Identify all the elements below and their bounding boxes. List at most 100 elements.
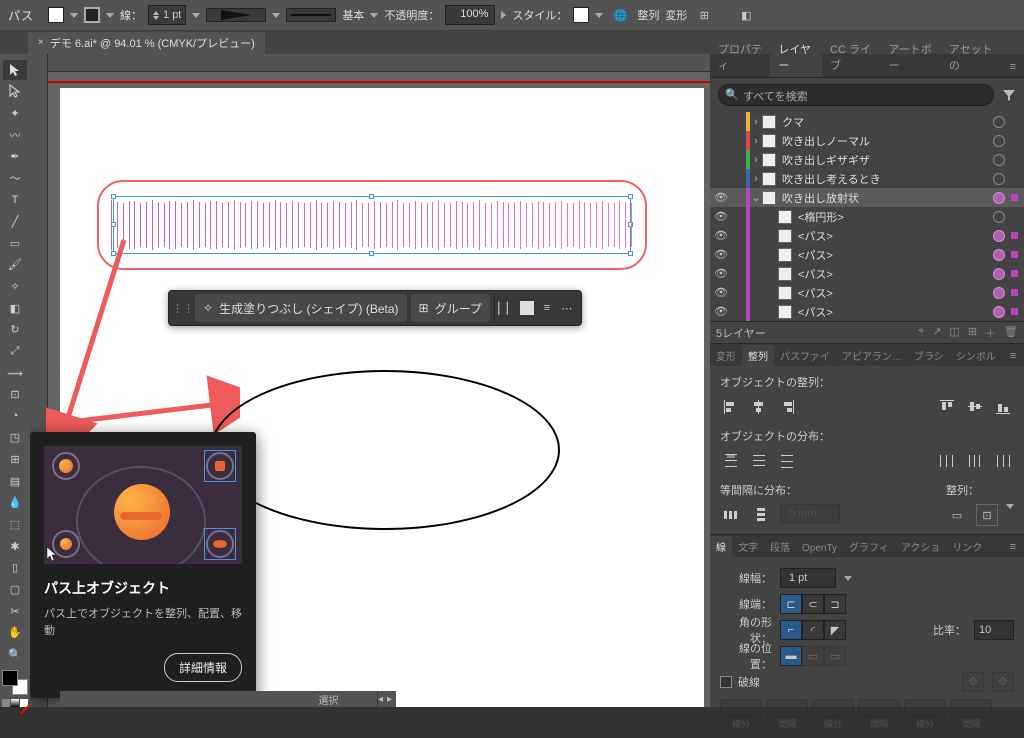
line-tool[interactable]: ╱ (3, 212, 27, 232)
align-to-selection-icon[interactable]: ⊡ (976, 504, 998, 526)
magic-wand-tool[interactable]: ✦ (3, 103, 27, 123)
layer-name[interactable]: 吹き出し放射状 (782, 190, 989, 206)
layer-row[interactable]: 👁 <パス> (710, 302, 1024, 321)
hand-tool[interactable]: ✋ (3, 623, 27, 643)
clip-icon[interactable]: ◫ (949, 325, 959, 341)
target-icon[interactable] (993, 173, 1005, 185)
tab-graphic-styles[interactable]: グラフィ (843, 536, 895, 557)
cap-projecting-icon[interactable]: ⊐ (824, 594, 846, 614)
width-tool[interactable]: ⟿ (3, 363, 27, 383)
handle-icon[interactable]: ⋮⋮ (175, 300, 191, 316)
disclosure-icon[interactable]: › (750, 173, 762, 185)
color-mode-icon[interactable] (2, 699, 10, 707)
brush-preset[interactable] (206, 8, 266, 22)
disclosure-icon[interactable]: › (750, 116, 762, 128)
visibility-icon[interactable]: 👁 (710, 191, 732, 204)
disclosure-icon[interactable]: › (750, 135, 762, 147)
target-icon[interactable] (993, 135, 1005, 147)
visibility-icon[interactable]: 👁 (710, 305, 732, 318)
target-icon[interactable] (993, 116, 1005, 128)
target-icon[interactable] (993, 306, 1005, 318)
dash-input[interactable] (720, 699, 762, 717)
miter-limit-input[interactable]: 10 (974, 620, 1014, 640)
dash-align-icon[interactable]: ⟐ (992, 672, 1014, 692)
tab-character[interactable]: 文字 (732, 536, 764, 557)
chevron-down-icon[interactable] (370, 13, 378, 18)
target-icon[interactable] (993, 192, 1005, 204)
lasso-tool[interactable]: 〰 (3, 125, 27, 145)
stroke-center-icon[interactable]: ▬ (780, 646, 802, 666)
align-right-icon[interactable] (776, 396, 798, 418)
stroke-outside-icon[interactable]: ▭ (824, 646, 846, 666)
new-layer-icon[interactable]: ＋ (985, 325, 996, 341)
align-left-icon[interactable]: ▏▏ (499, 300, 515, 316)
visibility-icon[interactable]: 👁 (710, 210, 732, 223)
rotate-tool[interactable]: ↻ (3, 320, 27, 340)
chevron-down-icon[interactable] (106, 13, 114, 18)
chevron-down-icon[interactable] (1006, 504, 1014, 509)
stroke-swatch[interactable] (84, 7, 100, 23)
document-tab[interactable]: × デモ 6.ai* @ 94.01 % (CMYK/プレビュー) (28, 32, 265, 54)
layer-row[interactable]: › クマ (710, 112, 1024, 131)
stroke-inside-icon[interactable]: ▭ (802, 646, 824, 666)
cap-butt-icon[interactable]: ⊏ (780, 594, 802, 614)
dist-vcenter-icon[interactable] (748, 450, 770, 472)
target-icon[interactable] (993, 287, 1005, 299)
align-left-icon[interactable] (720, 396, 742, 418)
layer-row[interactable]: › 吹き出しノーマル (710, 131, 1024, 150)
gradient-mode-icon[interactable] (11, 699, 19, 707)
dash-input[interactable] (766, 699, 808, 717)
layer-name[interactable]: <パス> (798, 304, 989, 320)
tab-align[interactable]: 整列 (742, 345, 774, 366)
blend-tool[interactable]: ⬚ (3, 515, 27, 535)
dashed-line-checkbox[interactable]: 破線 (720, 674, 760, 690)
dash-preserve-icon[interactable]: ⟐ (962, 672, 984, 692)
target-icon[interactable] (993, 211, 1005, 223)
direct-selection-tool[interactable] (3, 82, 27, 102)
tab-paragraph[interactable]: 段落 (764, 536, 796, 557)
zoom-tool[interactable]: 🔍 (3, 645, 27, 665)
spacing-input[interactable]: 0 mm (780, 504, 840, 524)
group-button[interactable]: ⊞ グループ (411, 294, 490, 322)
layer-name[interactable]: 吹き出しノーマル (782, 133, 989, 149)
tab-artboards[interactable]: アートボー (880, 37, 940, 77)
stroke-width-input[interactable]: 1 pt (780, 568, 836, 588)
layer-name[interactable]: <パス> (798, 285, 989, 301)
dash-input[interactable] (950, 699, 992, 717)
fill-swatch[interactable] (48, 7, 64, 23)
layer-search-input[interactable]: すべてを検索 (718, 84, 994, 106)
style-swatch[interactable] (573, 7, 589, 23)
tab-cc-libraries[interactable]: CC ライブ (822, 37, 880, 77)
shaper-tool[interactable]: ✧ (3, 277, 27, 297)
blend-object[interactable] (97, 180, 647, 270)
eraser-tool[interactable]: ◧ (3, 298, 27, 318)
target-icon[interactable] (993, 230, 1005, 242)
generative-fill-button[interactable]: ✧ 生成塗りつぶし (シェイプ) (Beta) (195, 294, 407, 322)
cap-round-icon[interactable]: ⊂ (802, 594, 824, 614)
align-bottom-icon[interactable] (992, 396, 1014, 418)
corner-miter-icon[interactable]: ⌐ (780, 620, 802, 640)
layer-name[interactable]: 吹き出し考えるとき (782, 171, 989, 187)
tab-transform[interactable]: 変形 (710, 345, 742, 366)
panel-menu-icon[interactable]: ≡ (1002, 346, 1024, 366)
graph-tool[interactable]: ▯ (3, 558, 27, 578)
shape-builder-tool[interactable]: ◔ (3, 407, 27, 427)
dash-input[interactable] (858, 699, 900, 717)
visibility-icon[interactable]: 👁 (710, 267, 732, 280)
tab-assets[interactable]: アセットの (941, 37, 1002, 77)
visibility-icon[interactable]: 👁 (710, 286, 732, 299)
type-tool[interactable]: T (3, 190, 27, 210)
layer-row[interactable]: 👁 <パス> (710, 245, 1024, 264)
fill-icon[interactable] (519, 300, 535, 316)
tab-symbols[interactable]: シンボル (950, 345, 1002, 366)
crop-icon[interactable]: ◧ (735, 4, 757, 26)
visibility-icon[interactable]: 👁 (710, 229, 732, 242)
target-icon[interactable] (993, 268, 1005, 280)
visibility-icon[interactable]: 👁 (710, 248, 732, 261)
chevron-down-icon[interactable] (272, 13, 280, 18)
tab-brushes[interactable]: ブラシ (908, 345, 950, 366)
width-profile[interactable] (286, 8, 336, 22)
symbol-tool[interactable]: ✱ (3, 536, 27, 556)
free-transform-tool[interactable]: ⊡ (3, 385, 27, 405)
tab-actions[interactable]: アクショ (895, 536, 947, 557)
